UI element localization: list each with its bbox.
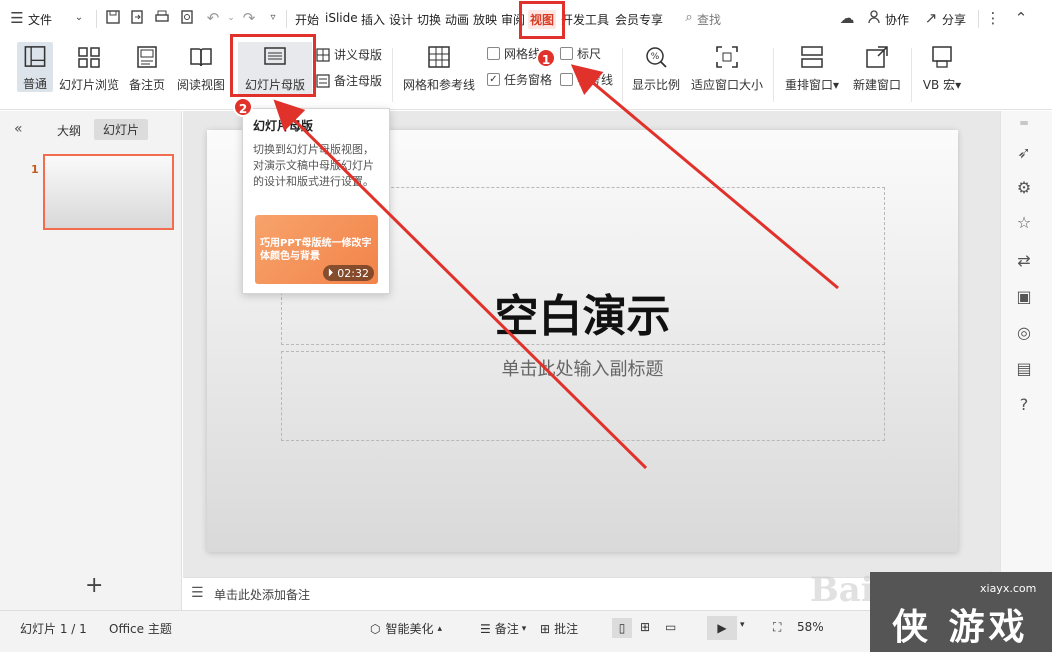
step-badge-2: 2 [233, 97, 253, 117]
arrow-to-slide-master [273, 99, 648, 470]
site-url: xiayx.com [980, 582, 1037, 595]
brand-text: 侠 游戏 [892, 607, 1029, 648]
site-watermark: xiayx.com 侠 游戏 [870, 572, 1052, 652]
step-badge-1: 1 [536, 48, 556, 68]
annotation-arrows [273, 64, 839, 470]
arrow-to-view-tab [570, 64, 839, 290]
